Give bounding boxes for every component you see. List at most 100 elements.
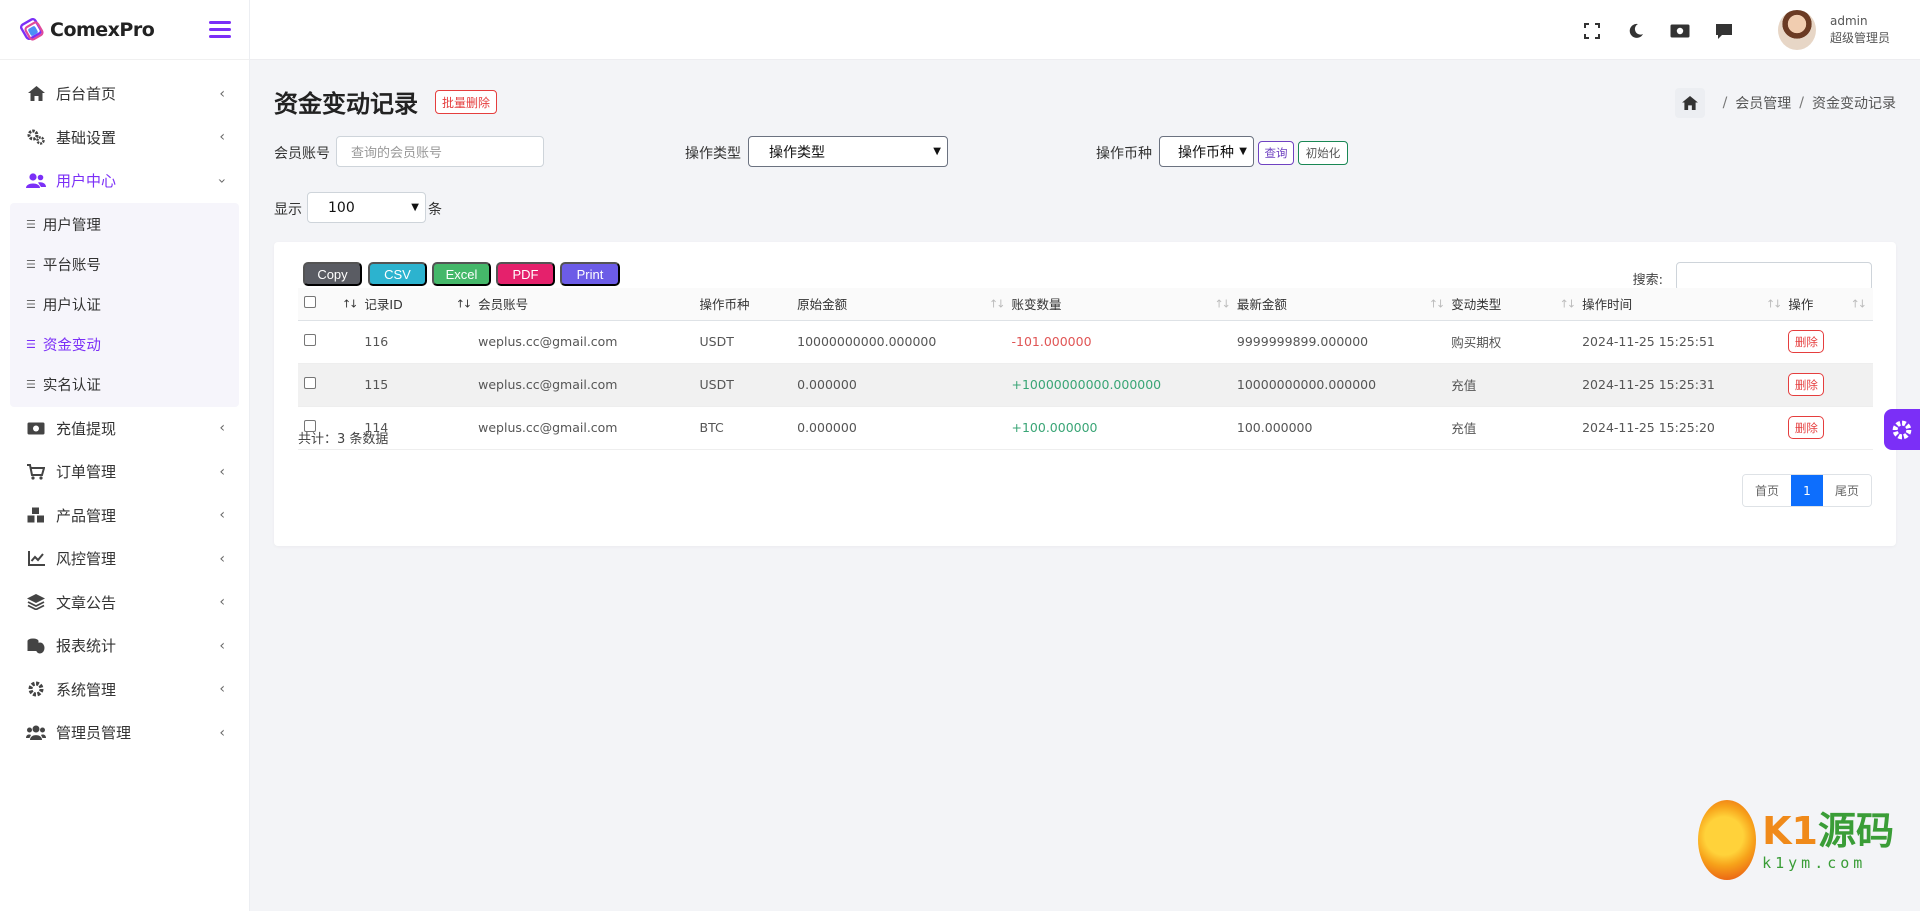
row-checkbox[interactable] [304, 334, 316, 346]
submenu-item-platform-account[interactable]: ☰ 平台账号 [10, 245, 239, 285]
pdf-button[interactable]: PDF [496, 262, 555, 286]
fullscreen-icon[interactable] [1581, 20, 1603, 42]
sidebar-item-reports[interactable]: 报表统计 ‹ [0, 624, 249, 668]
sidebar-item-risk-control[interactable]: 风控管理 ‹ [0, 537, 249, 581]
sidebar-item-label: 管理员管理 [56, 724, 132, 743]
breadcrumb-separator: / [1722, 95, 1728, 111]
sidebar-item-products[interactable]: 产品管理 ‹ [0, 494, 249, 538]
chevron-down-icon: ‹ [214, 177, 231, 184]
sidebar-item-admin-management[interactable]: 管理员管理 ‹ [0, 711, 249, 755]
watermark-text-k1: K1 [1762, 809, 1818, 853]
query-button[interactable]: 查询 [1258, 141, 1294, 165]
page-size-select[interactable]: 100 ▼ [307, 192, 426, 223]
header-member-account: 会员账号 [478, 288, 700, 321]
table-row: 114 weplus.cc@gmail.com BTC 0.000000 +10… [298, 406, 1873, 450]
reset-button[interactable]: 初始化 [1298, 141, 1348, 165]
total-count: 共计：3 条数据 [298, 432, 389, 447]
cell-member-account: weplus.cc@gmail.com [478, 320, 700, 364]
home-icon[interactable] [1674, 88, 1705, 118]
sidebar-item-articles[interactable]: 文章公告 ‹ [0, 581, 249, 625]
member-account-input[interactable]: 查询的会员账号 [336, 136, 544, 167]
currency-select-value: 操作币种 [1178, 144, 1234, 161]
header-change-type[interactable]: 变动类型 ↑↓ [1451, 288, 1583, 321]
csv-button[interactable]: CSV [368, 262, 427, 286]
header-original-amount[interactable]: 原始金额 ↑↓ [797, 288, 1012, 321]
sidebar-item-label: 风控管理 [56, 550, 117, 569]
pagination-first[interactable]: 首页 [1742, 475, 1791, 506]
records-card: Copy CSV Excel PDF Print 搜索: ↑↓ 记录ID ↑↓ 会… [274, 242, 1896, 546]
user-center-submenu: ☰ 用户管理 ☰ 平台账号 ☰ 用户认证 ☰ 资金变动 ☰ 实名认证 [10, 202, 239, 407]
header-action[interactable]: 操作 ↑↓ [1788, 288, 1873, 321]
cell-original-amount: 0.000000 [797, 363, 1012, 407]
sidebar-item-system[interactable]: 系统管理 ‹ [0, 668, 249, 712]
watermark-text-ym: 源码 [1817, 809, 1894, 853]
cell-op-time: 2024-11-25 15:25:31 [1582, 363, 1789, 407]
page-size-value: 100 [328, 199, 355, 216]
submenu-item-label: 实名认证 [42, 378, 101, 394]
delete-button[interactable]: 删除 [1788, 416, 1825, 439]
currency-select[interactable]: 操作币种 ▼ [1159, 136, 1254, 167]
member-account-label: 会员账号 [274, 146, 330, 162]
sidebar-item-label: 文章公告 [56, 593, 117, 612]
submenu-item-real-name-auth[interactable]: ☰ 实名认证 [10, 365, 239, 405]
gear-icon [26, 679, 46, 699]
user-menu[interactable]: admin 超级管理员 [1777, 10, 1890, 50]
message-icon[interactable] [1713, 20, 1735, 42]
pagination-last[interactable]: 尾页 [1822, 475, 1871, 506]
brand-logo-icon [19, 17, 44, 41]
sidebar-item-label: 基础设置 [56, 128, 117, 147]
chevron-left-icon: ‹ [219, 85, 225, 102]
sort-icon: ↑↓ [341, 297, 359, 311]
select-all-checkbox[interactable] [304, 296, 316, 309]
sidebar-item-deposit-withdraw[interactable]: 充值提现 ‹ [0, 407, 249, 451]
pagination-page-current[interactable]: 1 [1790, 475, 1823, 506]
show-entries-suffix: 条 [428, 202, 442, 218]
money-bill-icon [26, 418, 46, 438]
table-row: 116 weplus.cc@gmail.com USDT 10000000000… [298, 320, 1873, 364]
list-icon: ☰ [26, 298, 36, 311]
topbar-icons [1581, 20, 1735, 42]
header-change-amount[interactable]: 账变数量 ↑↓ [1011, 288, 1237, 321]
submenu-item-label: 资金变动 [42, 338, 101, 354]
submenu-item-user-verification[interactable]: ☰ 用户认证 [10, 285, 239, 325]
submenu-item-label: 平台账号 [42, 258, 101, 274]
header-record-id[interactable]: 记录ID ↑↓ [364, 288, 479, 321]
theme-settings-gear-icon[interactable] [1884, 409, 1920, 450]
sidebar-item-orders[interactable]: 订单管理 ‹ [0, 450, 249, 494]
search-input[interactable] [1676, 262, 1872, 291]
select-all-header [298, 288, 334, 321]
header-latest-amount[interactable]: 最新金额 ↑↓ [1236, 288, 1452, 321]
sidebar-item-basic-settings[interactable]: 基础设置 ‹ [0, 116, 249, 160]
submenu-item-user-management[interactable]: ☰ 用户管理 [10, 205, 239, 245]
dark-mode-moon-icon[interactable] [1625, 20, 1647, 42]
sort-icon: ↑↓ [989, 297, 1006, 311]
breadcrumb-item[interactable]: 会员管理 [1735, 93, 1791, 113]
delete-button[interactable]: 删除 [1788, 330, 1825, 353]
cell-change-type: 充值 [1451, 406, 1583, 450]
header-sort-spacer[interactable]: ↑↓ [333, 288, 365, 321]
chevron-down-icon: ▼ [1239, 146, 1247, 157]
watermark-emblem-icon [1698, 800, 1757, 880]
sidebar-item-user-center[interactable]: 用户中心 ‹ [0, 159, 249, 203]
submenu-item-fund-changes[interactable]: ☰ 资金变动 [10, 325, 239, 365]
print-button[interactable]: Print [560, 262, 620, 286]
chevron-left-icon: ‹ [219, 420, 225, 437]
sidebar-item-dashboard[interactable]: 后台首页 ‹ [0, 72, 249, 116]
sidebar-item-label: 报表统计 [56, 637, 117, 656]
money-bill-icon[interactable] [1669, 20, 1691, 42]
excel-button[interactable]: Excel [432, 262, 491, 286]
cell-op-time: 2024-11-25 15:25:20 [1582, 406, 1789, 450]
cell-member-account: weplus.cc@gmail.com [478, 406, 700, 450]
op-type-select[interactable]: 操作类型 ▼ [748, 136, 948, 167]
chevron-left-icon: ‹ [219, 594, 225, 611]
cell-original-amount: 0.000000 [797, 406, 1012, 450]
delete-button[interactable]: 删除 [1788, 373, 1825, 396]
batch-delete-button[interactable]: 批量删除 [435, 90, 498, 114]
row-checkbox[interactable] [304, 377, 316, 389]
menu-toggle-icon[interactable] [209, 21, 231, 38]
sort-icon: ↑↓ [1765, 297, 1783, 311]
currency-label: 操作币种 [1096, 146, 1152, 162]
submenu-item-label: 用户管理 [42, 218, 101, 234]
header-op-time[interactable]: 操作时间 ↑↓ [1582, 288, 1789, 321]
copy-button[interactable]: Copy [303, 262, 362, 286]
